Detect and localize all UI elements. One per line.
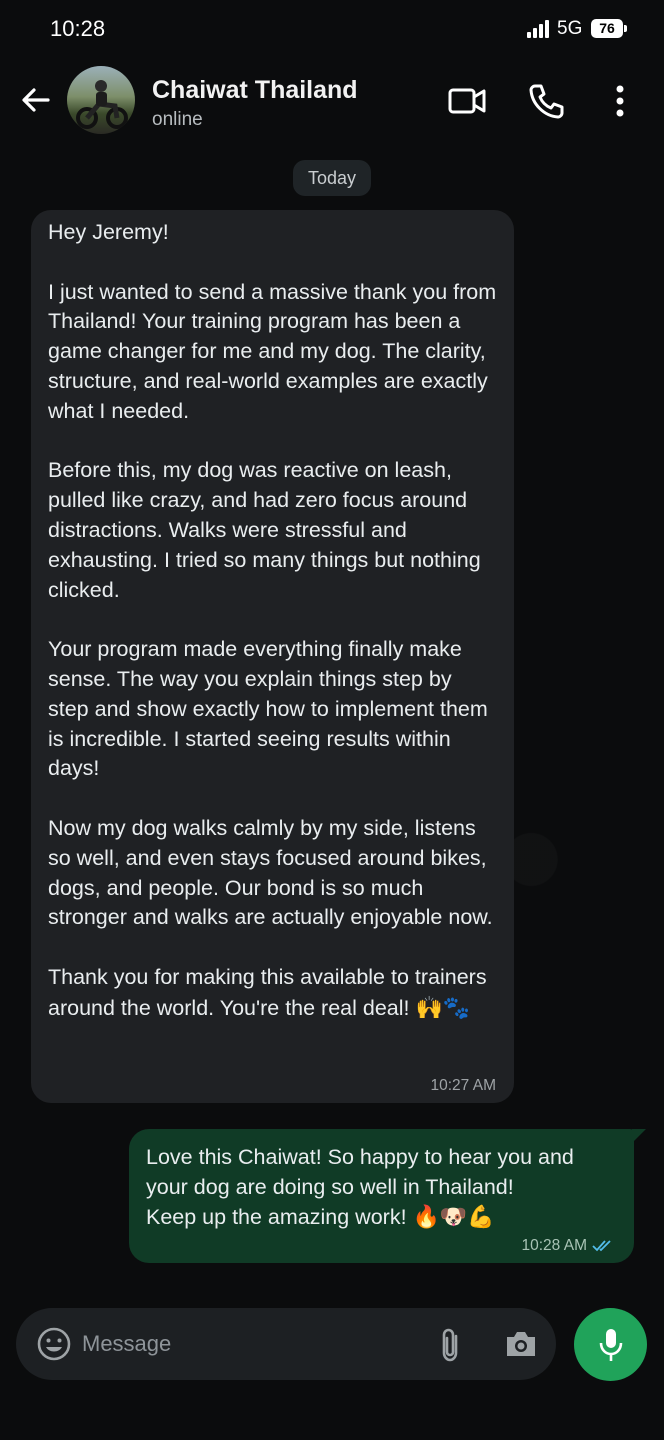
camera-icon[interactable] — [503, 1326, 539, 1362]
message-input[interactable] — [82, 1326, 402, 1362]
signal-icon — [527, 20, 549, 38]
message-paragraph: Now my dog walks calmly by my side, list… — [48, 815, 493, 930]
message-time: 10:27 AM — [430, 1077, 497, 1094]
back-arrow-icon[interactable] — [18, 82, 54, 118]
emoji-sequence: 🔥🐶💪 — [412, 1204, 495, 1229]
contact-status: online — [152, 109, 203, 130]
video-call-icon[interactable] — [446, 80, 488, 122]
battery-icon: 76 — [591, 19, 627, 38]
status-time: 10:28 — [50, 16, 106, 41]
chat-screen: 10:28 5G 76 Chaiwat Thailand online Toda… — [0, 0, 664, 1440]
status-bar: 10:28 5G 76 — [0, 0, 664, 58]
phone-icon[interactable] — [526, 80, 568, 122]
message-time: 10:28 AM — [521, 1237, 588, 1254]
outgoing-message-bubble[interactable]: Love this Chaiwat! So happy to hear you … — [129, 1129, 646, 1263]
message-paragraph: Your program made everything finally mak… — [48, 637, 488, 781]
attach-icon[interactable] — [434, 1326, 466, 1364]
voice-record-button[interactable] — [574, 1308, 647, 1381]
double-check-icon — [592, 1240, 611, 1252]
date-divider: Today — [293, 160, 371, 196]
more-vert-icon[interactable] — [599, 80, 641, 122]
message-paragraph: Hey Jeremy! — [48, 220, 169, 244]
message-line: Love this Chaiwat! So happy to hear you … — [146, 1145, 574, 1199]
incoming-message-bubble[interactable]: Hey Jeremy! I just wanted to send a mass… — [31, 210, 514, 1103]
chat-header: Chaiwat Thailand online — [0, 58, 664, 150]
emoji-icon[interactable] — [35, 1325, 73, 1363]
message-line-last: Keep up the amazing work! 🔥🐶💪 — [146, 1202, 616, 1232]
message-composer — [16, 1308, 556, 1380]
message-paragraph: Before this, my dog was reactive on leas… — [48, 458, 481, 602]
message-meta: 10:28 AM — [522, 1237, 617, 1255]
message-text: Keep up the amazing work! — [146, 1205, 407, 1229]
contact-name[interactable]: Chaiwat Thailand — [152, 76, 358, 105]
emoji-sequence: 🙌🐾 — [415, 994, 471, 1020]
battery-level: 76 — [599, 20, 615, 36]
contact-avatar[interactable] — [67, 66, 135, 134]
message-paragraph: I just wanted to send a massive thank yo… — [48, 279, 497, 423]
network-type: 5G — [557, 18, 583, 39]
message-paragraph-last: Thank you for making this available to t… — [48, 963, 498, 1024]
mic-icon — [599, 1329, 623, 1361]
